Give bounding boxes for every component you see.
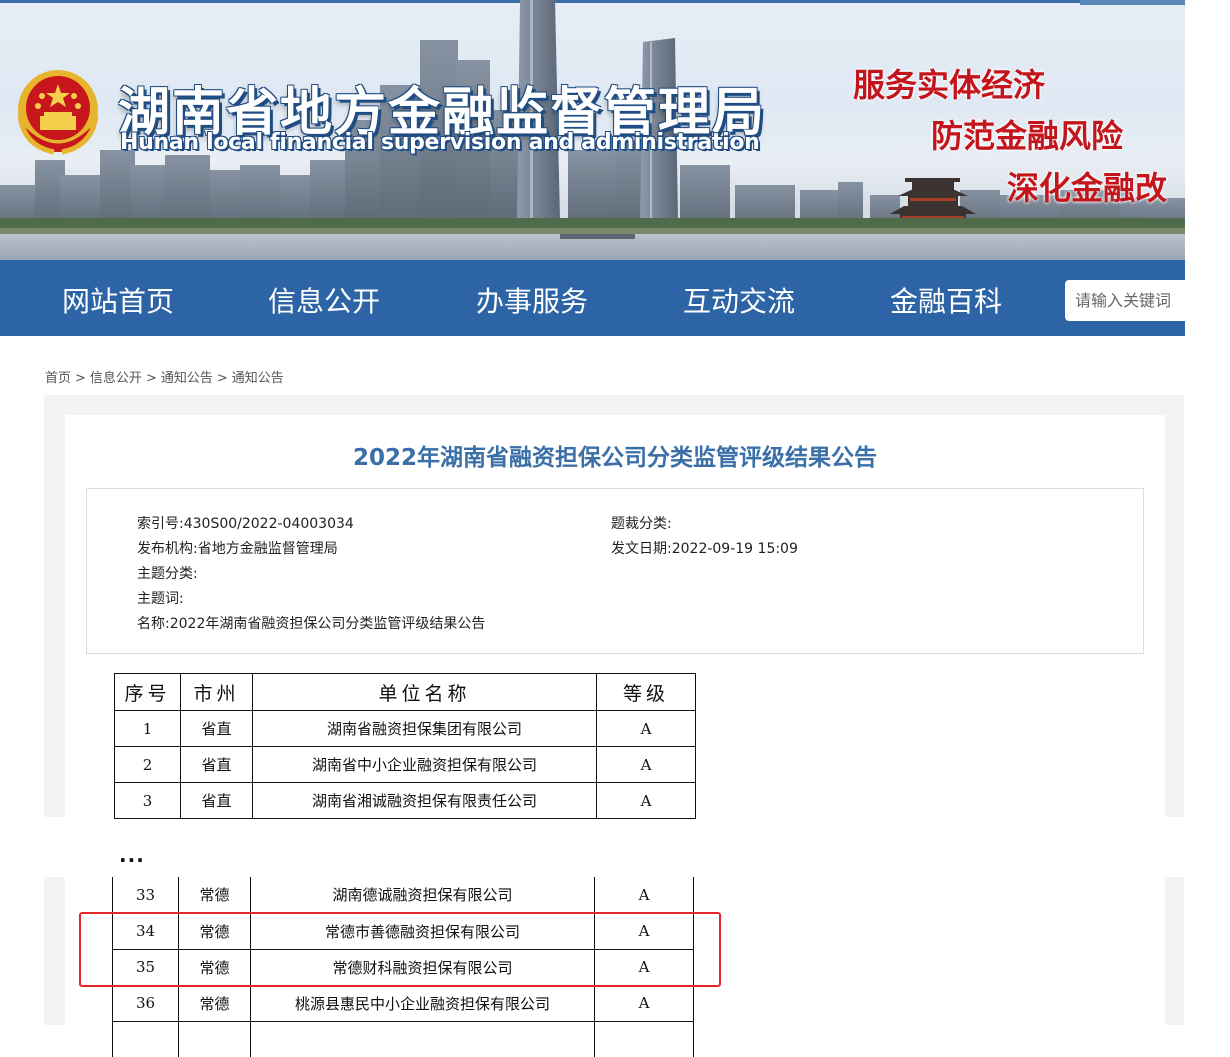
cell-city: 常德 xyxy=(178,877,251,914)
cell-serial: 33 xyxy=(112,877,179,914)
slogan-deepen-reform: 深化金融改 xyxy=(1007,169,1168,207)
meta-label: 主题分类: xyxy=(137,566,198,582)
table-row: 36 常德 桃源县惠民中小企业融资担保有限公司 A xyxy=(112,984,694,1022)
national-emblem-icon xyxy=(17,70,99,155)
cell-grade: A xyxy=(596,710,696,747)
breadcrumb: 首页 > 信息公开 > 通知公告 > 通知公告 xyxy=(45,367,284,386)
breadcrumb-separator: > xyxy=(145,371,157,386)
cell-city: 省直 xyxy=(180,782,253,819)
meta-value: 省地方金融监督管理局 xyxy=(197,541,338,557)
main-nav: 网站首页 信息公开 办事服务 互动交流 金融百科 xyxy=(0,260,1200,336)
nav-item-services[interactable]: 办事服务 xyxy=(476,280,588,320)
cell-grade: A xyxy=(596,782,696,819)
cell-company: 常德财科融资担保有限公司 xyxy=(250,948,595,986)
table-row: 1 省直 湖南省融资担保集团有限公司 A xyxy=(114,710,696,747)
cell-city: 常德 xyxy=(178,912,251,950)
cell-empty xyxy=(112,1020,179,1057)
article-metadata-box: 索引号:430S00/2022-04003034 题裁分类: 发布机构:省地方金… xyxy=(86,488,1144,654)
header-serial-number: 序号 xyxy=(114,673,181,711)
meta-keywords: 主题词: xyxy=(137,588,184,608)
cell-company: 湖南省融资担保集团有限公司 xyxy=(252,710,597,747)
meta-label: 主题词: xyxy=(137,591,184,607)
meta-publish-date: 发文日期:2022-09-19 15:09 xyxy=(611,538,798,558)
meta-genre: 题裁分类: xyxy=(611,513,672,533)
site-banner: 湖南省地方金融监督管理局 Hunan local financial super… xyxy=(0,0,1185,260)
cell-company: 桃源县惠民中小企业融资担保有限公司 xyxy=(250,984,595,1022)
slogan-prevent-risk: 防范金融风险 xyxy=(931,117,1124,155)
cell-company: 湖南省中小企业融资担保有限公司 xyxy=(252,746,597,783)
omitted-rows-ellipsis: ... xyxy=(119,843,145,867)
meta-label: 索引号: xyxy=(137,516,184,532)
cell-city: 常德 xyxy=(178,984,251,1022)
meta-label: 名称: xyxy=(137,616,170,632)
breadcrumb-separator: > xyxy=(75,371,86,386)
search-input[interactable] xyxy=(1065,280,1200,321)
table-row: 2 省直 湖南省中小企业融资担保有限公司 A xyxy=(114,746,696,783)
nav-item-home[interactable]: 网站首页 xyxy=(62,280,174,320)
meta-label: 发布机构: xyxy=(137,541,198,557)
cell-grade: A xyxy=(594,877,694,914)
cell-company: 湖南省湘诚融资担保有限责任公司 xyxy=(252,782,597,819)
cell-city: 常德 xyxy=(178,948,251,986)
cell-serial: 3 xyxy=(114,782,181,819)
site-subtitle: Hunan local financial supervision and ad… xyxy=(120,130,760,155)
table-row-highlighted: 34 常德 常德市善德融资担保有限公司 A xyxy=(112,912,694,950)
cell-serial: 36 xyxy=(112,984,179,1022)
cell-grade: A xyxy=(596,746,696,783)
cell-empty xyxy=(594,1020,694,1057)
table-row-cut-off xyxy=(112,1020,694,1057)
cell-empty xyxy=(250,1020,595,1057)
cell-grade: A xyxy=(594,912,694,950)
meta-label: 发文日期: xyxy=(611,541,672,557)
cell-serial: 1 xyxy=(114,710,181,747)
breadcrumb-home[interactable]: 首页 xyxy=(45,371,71,386)
table-row-highlighted: 35 常德 常德财科融资担保有限公司 A xyxy=(112,948,694,986)
breadcrumb-separator: > xyxy=(216,371,228,386)
cell-serial: 35 xyxy=(112,948,179,986)
nav-item-finance-wiki[interactable]: 金融百科 xyxy=(890,280,1002,320)
cell-company: 常德市善德融资担保有限公司 xyxy=(250,912,595,950)
meta-value: 2022-09-19 15:09 xyxy=(671,541,798,557)
table-row: 3 省直 湖南省湘诚融资担保有限责任公司 A xyxy=(114,782,696,819)
cell-city: 省直 xyxy=(180,746,253,783)
rating-table-bottom: 33 常德 湖南德诚融资担保有限公司 A 34 常德 常德市善德融资担保有限公司… xyxy=(112,877,694,1057)
cell-serial: 34 xyxy=(112,912,179,950)
table-row: 33 常德 湖南德诚融资担保有限公司 A xyxy=(112,877,694,914)
nav-item-info-disclosure[interactable]: 信息公开 xyxy=(268,280,380,320)
meta-document-name: 名称:2022年湖南省融资担保公司分类监管评级结果公告 xyxy=(137,613,485,633)
header-company-name: 单位名称 xyxy=(252,673,597,711)
slogan-serve-economy: 服务实体经济 xyxy=(853,66,1046,104)
nav-item-interaction[interactable]: 互动交流 xyxy=(683,280,795,320)
header-grade: 等级 xyxy=(596,673,696,711)
meta-label: 题裁分类: xyxy=(611,516,672,532)
article-title: 2022年湖南省融资担保公司分类监管评级结果公告 xyxy=(352,445,877,471)
cell-city: 省直 xyxy=(180,710,253,747)
cell-serial: 2 xyxy=(114,746,181,783)
meta-value: 2022年湖南省融资担保公司分类监管评级结果公告 xyxy=(169,616,486,632)
cell-grade: A xyxy=(594,984,694,1022)
cell-company: 湖南德诚融资担保有限公司 xyxy=(250,877,595,914)
cell-empty xyxy=(178,1020,251,1057)
page-right-margin xyxy=(1185,0,1230,1051)
rating-table-top: 序号 市州 单位名称 等级 1 省直 湖南省融资担保集团有限公司 A 2 省直 … xyxy=(114,673,696,819)
header-city: 市州 xyxy=(180,673,253,711)
breadcrumb-info[interactable]: 信息公开 xyxy=(90,371,142,386)
meta-topic-category: 主题分类: xyxy=(137,563,198,583)
meta-value: 430S00/2022-04003034 xyxy=(183,516,354,532)
meta-index-number: 索引号:430S00/2022-04003034 xyxy=(137,513,354,533)
meta-publisher: 发布机构:省地方金融监督管理局 xyxy=(137,538,338,558)
cell-grade: A xyxy=(594,948,694,986)
breadcrumb-notices-current[interactable]: 通知公告 xyxy=(232,371,284,386)
table-header-row: 序号 市州 单位名称 等级 xyxy=(114,673,696,711)
breadcrumb-notices[interactable]: 通知公告 xyxy=(161,371,213,386)
